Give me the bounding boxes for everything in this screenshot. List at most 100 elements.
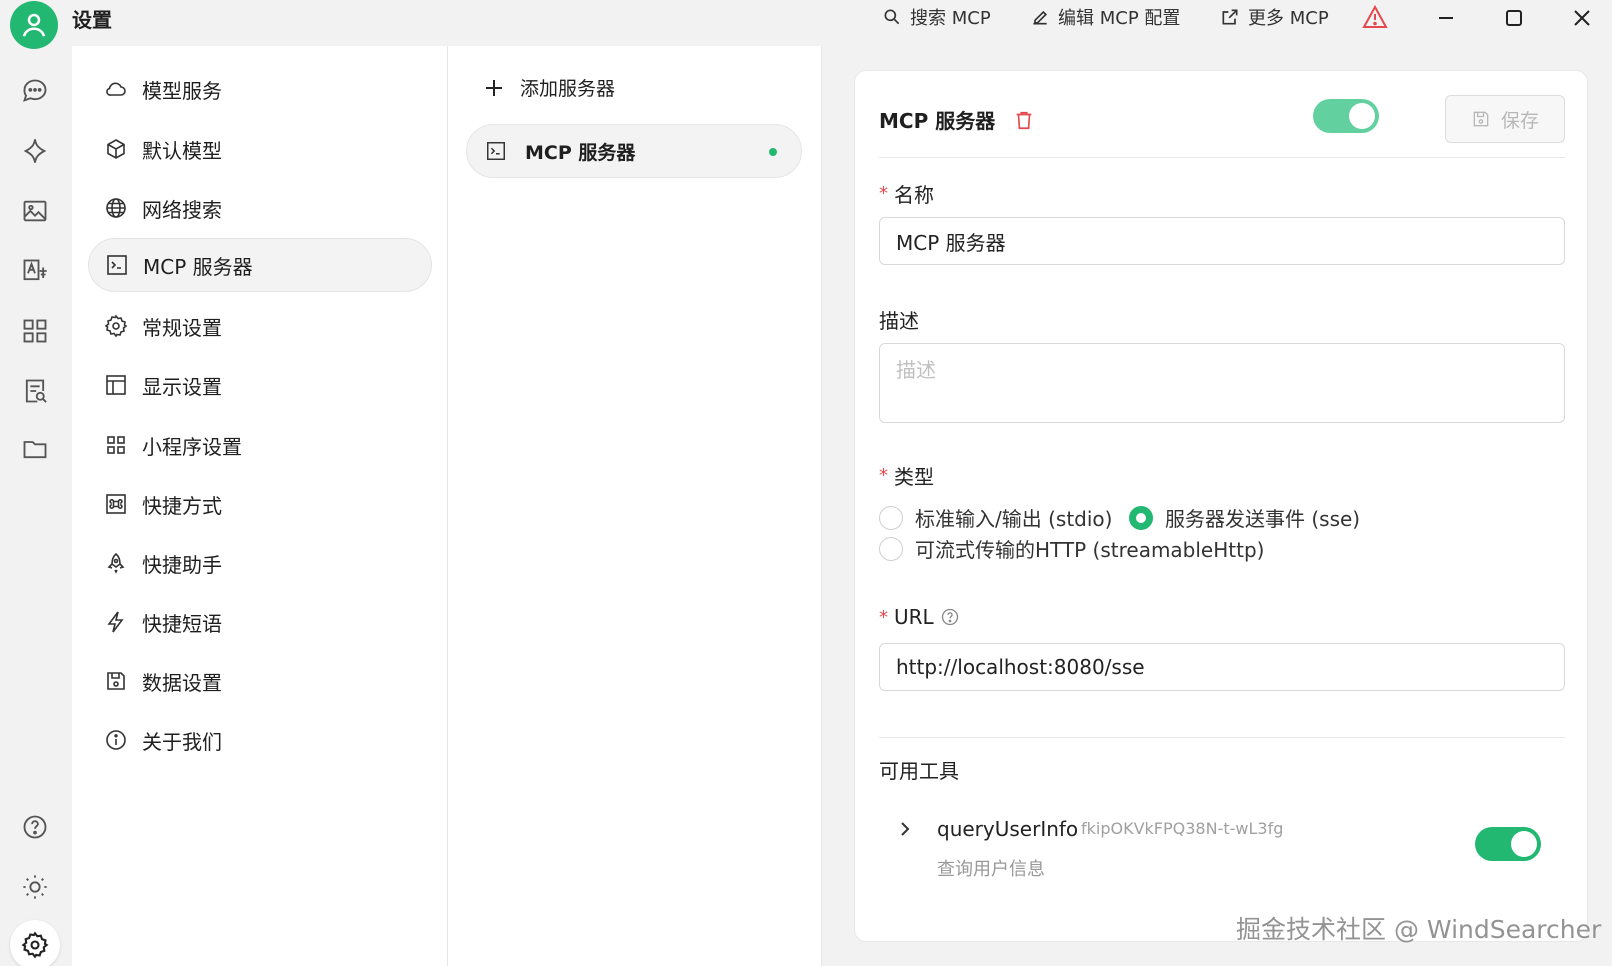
server-list-panel: 添加服务器 MCP 服务器: [448, 46, 822, 966]
save-label: 保存: [1500, 109, 1539, 132]
menu-item-label: 模型服务: [142, 78, 222, 103]
menu-item-web-search[interactable]: 网络搜索: [88, 181, 432, 235]
help-circle-icon[interactable]: [940, 607, 960, 627]
server-list-item[interactable]: MCP 服务器: [466, 124, 802, 178]
pencil-icon: [1030, 7, 1050, 27]
name-input[interactable]: [879, 217, 1565, 265]
type-option-stdio[interactable]: 标准输入/输出 (stdio): [879, 503, 1112, 532]
chat-bubble-icon[interactable]: [18, 74, 52, 108]
sparkle-icon[interactable]: [18, 134, 52, 168]
menu-item-label: MCP 服务器: [143, 254, 253, 279]
detail-header: MCP 服务器: [879, 105, 1035, 134]
menu-item-label: 常规设置: [142, 315, 222, 340]
menu-item-label: 网络搜索: [142, 197, 222, 222]
gear-icon: [104, 314, 128, 338]
save-button[interactable]: 保存: [1445, 95, 1565, 143]
add-server-label: 添加服务器: [520, 78, 616, 100]
type-option-streamable-http[interactable]: 可流式传输的HTTP (streamableHttp): [879, 534, 1264, 563]
server-status-dot: [769, 148, 777, 156]
type-option-label: 可流式传输的HTTP (streamableHttp): [915, 538, 1265, 562]
command-key-icon: [104, 492, 128, 516]
menu-item-about-us[interactable]: 关于我们: [88, 713, 432, 767]
required-asterisk: *: [879, 465, 888, 486]
radio-button[interactable]: [879, 536, 903, 561]
server-detail-card: MCP 服务器 保存 * 名称 描述 * 类型 标准输入/输出 (stdio) …: [854, 70, 1588, 942]
edit-mcp-config-button[interactable]: 编辑 MCP 配置: [1030, 4, 1180, 30]
minimize-button[interactable]: [1432, 4, 1460, 32]
menu-item-display-settings[interactable]: 显示设置: [88, 358, 432, 412]
url-input[interactable]: [879, 643, 1565, 691]
image-icon[interactable]: [18, 194, 52, 228]
settings-gear-button[interactable]: [10, 920, 60, 966]
close-button[interactable]: [1568, 4, 1596, 32]
type-option-label: 服务器发送事件 (sse): [1165, 507, 1361, 531]
help-circle-icon[interactable]: [18, 810, 52, 844]
menu-item-shortcuts[interactable]: 快捷方式: [88, 477, 432, 531]
search-icon: [882, 7, 902, 27]
tool-id: fkipOKVkFPQ38N-t-wL3fg: [1081, 819, 1284, 838]
tools-label: 可用工具: [879, 759, 959, 783]
lightning-icon: [104, 610, 128, 634]
header-divider: [879, 157, 1565, 158]
apps-grid-icon: [104, 433, 128, 457]
radio-button[interactable]: [879, 505, 903, 530]
terminal-icon: [485, 140, 507, 162]
cube-icon: [104, 137, 128, 161]
add-server-button[interactable]: 添加服务器: [484, 74, 615, 101]
chevron-right-icon[interactable]: [895, 819, 915, 839]
more-mcp-button[interactable]: 更多 MCP: [1220, 4, 1329, 30]
server-enabled-toggle[interactable]: [1313, 99, 1379, 133]
menu-item-label: 快捷方式: [142, 493, 222, 518]
type-option-label: 标准输入/输出 (stdio): [915, 507, 1113, 531]
document-search-icon[interactable]: [18, 374, 52, 408]
search-mcp-label: 搜索 MCP: [910, 8, 991, 29]
folder-icon[interactable]: [18, 432, 52, 466]
user-avatar-icon[interactable]: [10, 1, 58, 49]
maximize-button[interactable]: [1500, 4, 1528, 32]
watermark: 掘金技术社区 @ WindSearcher: [1236, 915, 1602, 944]
save-disk-icon: [104, 669, 128, 693]
search-mcp-button[interactable]: 搜索 MCP: [882, 4, 991, 30]
globe-icon: [104, 196, 128, 220]
type-option-sse[interactable]: 服务器发送事件 (sse): [1129, 503, 1360, 532]
menu-item-label: 默认模型: [142, 138, 222, 163]
name-label-text: 名称: [894, 183, 934, 207]
external-link-icon: [1220, 7, 1240, 27]
menu-item-mcp-server[interactable]: MCP 服务器: [88, 238, 432, 292]
menu-item-quick-phrases[interactable]: 快捷短语: [88, 595, 432, 649]
toggle-knob: [1349, 103, 1375, 129]
required-asterisk: *: [879, 606, 888, 628]
translate-icon[interactable]: [18, 254, 52, 288]
required-asterisk: *: [879, 183, 888, 204]
tool-description: 查询用户信息: [937, 859, 1045, 880]
menu-item-general-settings[interactable]: 常规设置: [88, 299, 432, 353]
trash-icon[interactable]: [1013, 109, 1035, 131]
name-label: * 名称: [879, 179, 934, 208]
plus-icon: [484, 78, 504, 98]
menu-item-data-settings[interactable]: 数据设置: [88, 654, 432, 708]
layout-icon: [104, 373, 128, 397]
app-title: 设置: [72, 8, 112, 32]
terminal-icon: [105, 253, 129, 277]
menu-item-model-service[interactable]: 模型服务: [88, 62, 432, 116]
menu-item-quick-assistant[interactable]: 快捷助手: [88, 536, 432, 590]
menu-item-miniapp-settings[interactable]: 小程序设置: [88, 418, 432, 472]
menu-item-default-model[interactable]: 默认模型: [88, 122, 432, 176]
apps-grid-icon[interactable]: [18, 314, 52, 348]
tool-enabled-toggle[interactable]: [1475, 827, 1541, 861]
more-mcp-label: 更多 MCP: [1248, 8, 1329, 29]
title-bar: 设置 搜索 MCP 编辑 MCP 配置 更多 MCP: [0, 0, 1612, 49]
menu-item-label: 数据设置: [142, 670, 222, 695]
type-label-text: 类型: [894, 465, 934, 489]
detail-title: MCP 服务器: [879, 109, 996, 133]
menu-item-label: 快捷短语: [142, 611, 222, 636]
menu-item-label: 小程序设置: [142, 434, 242, 459]
description-input[interactable]: [879, 343, 1565, 423]
warning-triangle-icon[interactable]: [1362, 5, 1388, 29]
menu-item-label: 显示设置: [142, 374, 222, 399]
radio-button-selected[interactable]: [1129, 505, 1153, 530]
sun-icon[interactable]: [18, 870, 52, 904]
rocket-icon: [104, 551, 128, 575]
url-label: * URL: [879, 605, 960, 629]
toggle-knob: [1511, 831, 1537, 857]
